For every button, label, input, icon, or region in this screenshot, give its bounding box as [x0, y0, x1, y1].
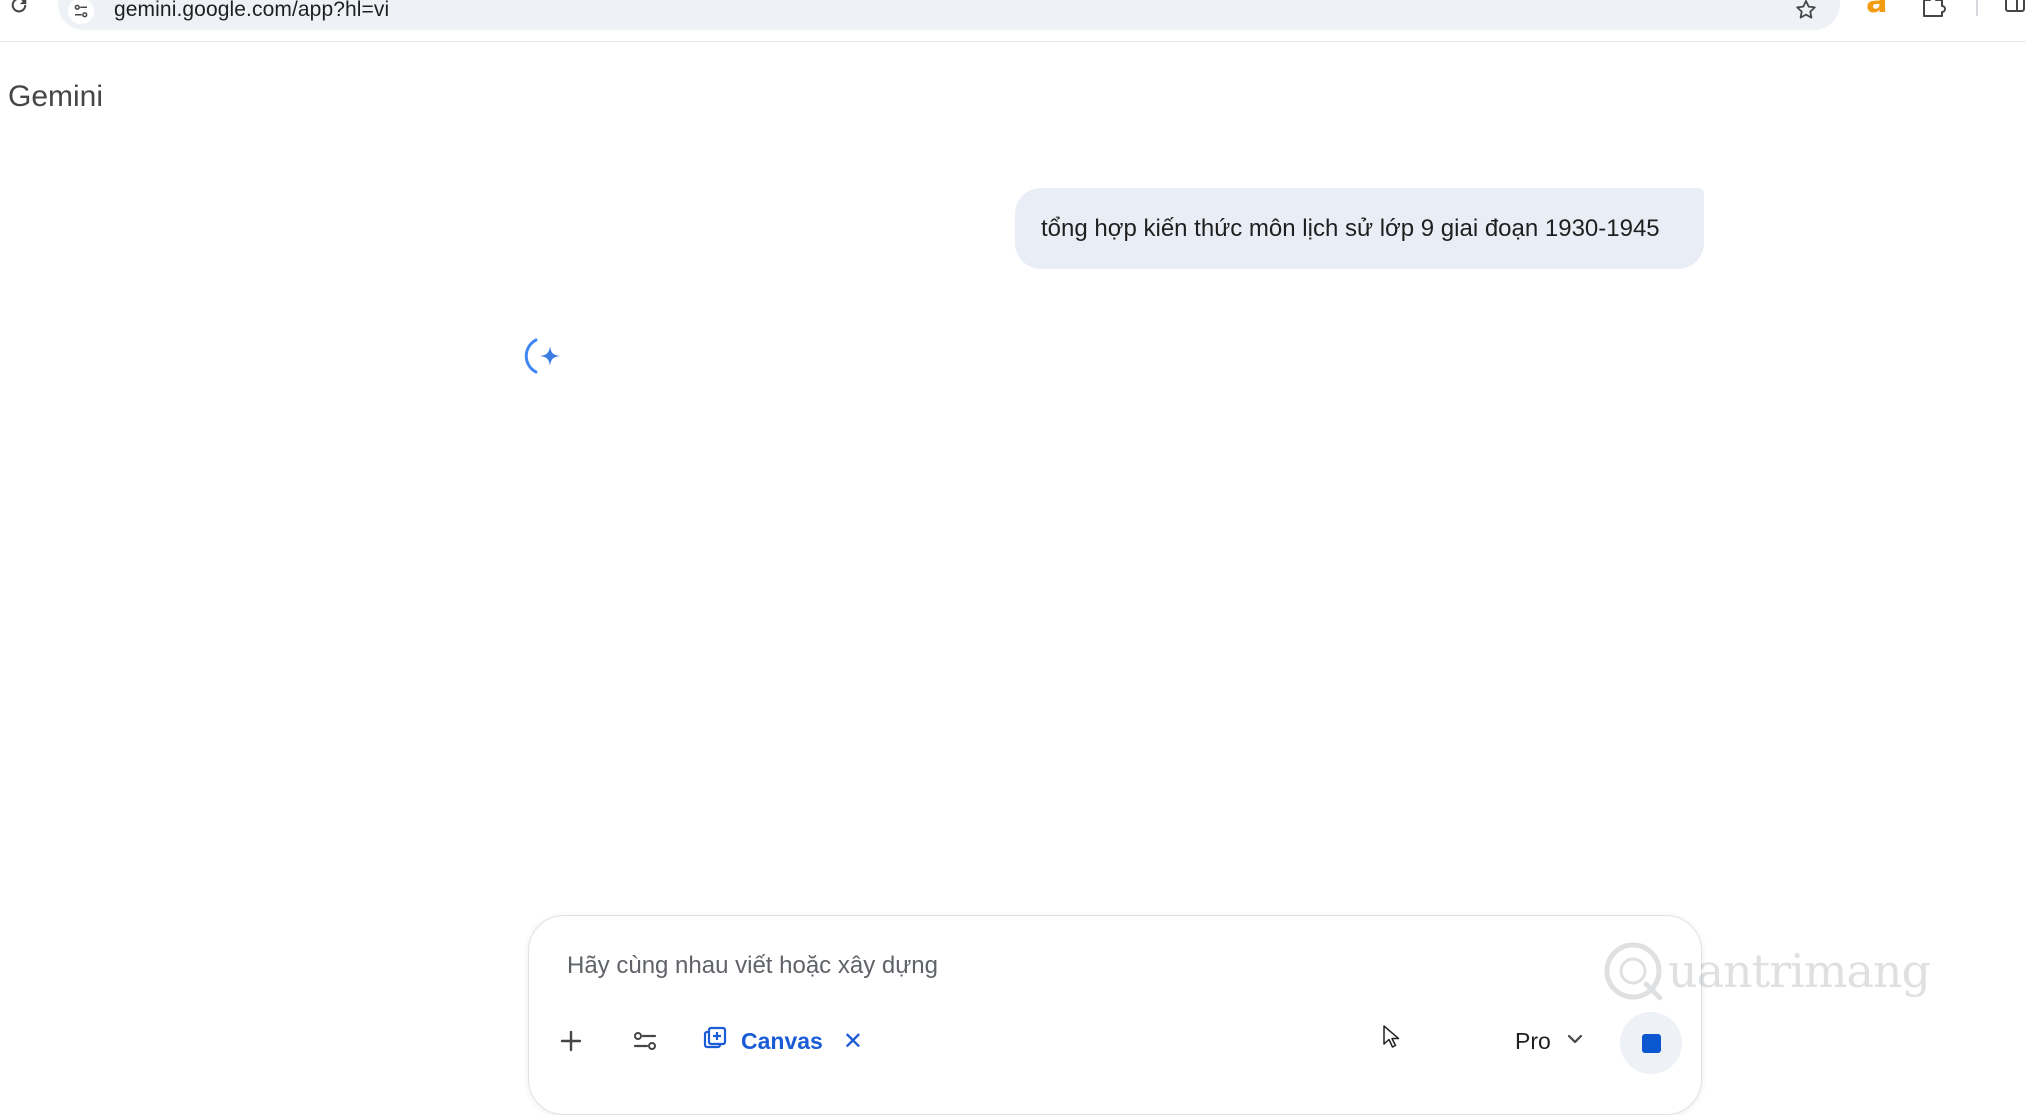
- side-panel-icon[interactable]: [2004, 0, 2026, 16]
- tune-icon[interactable]: [623, 1019, 667, 1063]
- watermark-logo-icon: [1604, 942, 1663, 1001]
- reload-icon[interactable]: [6, 0, 32, 18]
- close-icon[interactable]: ✕: [843, 1027, 863, 1056]
- model-selector[interactable]: Pro: [1515, 1019, 1585, 1063]
- plus-icon[interactable]: [549, 1019, 593, 1063]
- canvas-chip[interactable]: Canvas ✕: [701, 1019, 863, 1063]
- site-info-icon[interactable]: [68, 0, 94, 24]
- mouse-cursor-icon: [1382, 1024, 1402, 1050]
- app-title[interactable]: Gemini: [8, 80, 103, 114]
- watermark-text: uantrimang: [1668, 944, 1931, 998]
- chevron-down-icon: [1565, 1029, 1585, 1054]
- amazon-a-icon[interactable]: a: [1866, 0, 1896, 20]
- user-message-text: tổng hợp kiến thức môn lịch sử lớp 9 gia…: [1041, 214, 1660, 242]
- stop-icon: [1641, 1033, 1661, 1053]
- stop-button[interactable]: [1620, 1012, 1682, 1074]
- puzzle-icon[interactable]: [1920, 0, 1950, 18]
- model-label: Pro: [1515, 1027, 1551, 1054]
- address-bar[interactable]: gemini.google.com/app?hl=vi: [58, 0, 1840, 30]
- canvas-icon: [701, 1025, 729, 1058]
- user-message-bubble: tổng hợp kiến thức môn lịch sử lớp 9 gia…: [1015, 188, 1704, 269]
- url-text[interactable]: gemini.google.com/app?hl=vi: [114, 0, 389, 22]
- prompt-composer: Canvas ✕ Pro: [528, 915, 1702, 1115]
- prompt-input[interactable]: [565, 946, 1465, 986]
- watermark: uantrimang: [1602, 936, 1931, 1006]
- browser-toolbar: gemini.google.com/app?hl=vi a: [0, 0, 2026, 42]
- star-icon[interactable]: [1792, 0, 1820, 24]
- canvas-label: Canvas: [741, 1027, 823, 1054]
- toolbar-divider: [1976, 0, 1978, 16]
- gemini-sparkle-loading-icon: [524, 334, 568, 378]
